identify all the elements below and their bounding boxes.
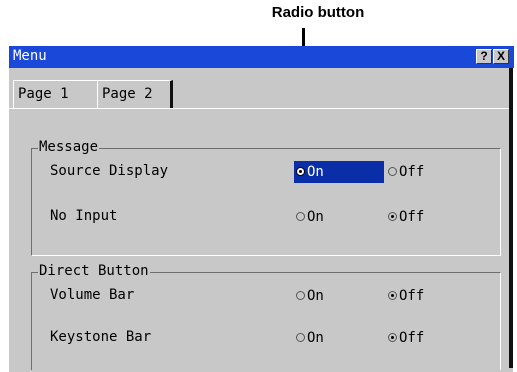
message-group: Message Source Display On Off No Input O… bbox=[31, 139, 501, 256]
option-label: On bbox=[307, 209, 324, 225]
no-input-label: No Input bbox=[50, 208, 118, 224]
option-label: On bbox=[307, 164, 324, 180]
tab-panel-edge bbox=[9, 108, 510, 109]
option-label: On bbox=[307, 330, 324, 346]
radio-button-callout: Radio button bbox=[271, 4, 365, 21]
window-shadow-edge bbox=[509, 68, 513, 368]
menu-window: Menu ? X Page 1 Page 2 Message Source Di… bbox=[8, 46, 514, 372]
window-title: Menu bbox=[13, 48, 47, 64]
volume-bar-off-radio[interactable]: Off bbox=[386, 285, 424, 307]
keystone-bar-label: Keystone Bar bbox=[50, 329, 152, 345]
source-display-on-radio[interactable]: On bbox=[294, 161, 384, 183]
option-label: Off bbox=[399, 288, 425, 304]
direct-button-group-label: Direct Button bbox=[38, 263, 150, 279]
volume-bar-label: Volume Bar bbox=[50, 287, 135, 303]
volume-bar-on-radio[interactable]: On bbox=[294, 285, 324, 307]
radio-checked-icon bbox=[388, 290, 397, 300]
radio-checked-icon bbox=[388, 332, 397, 342]
option-label: Off bbox=[399, 330, 425, 346]
no-input-on-radio[interactable]: On bbox=[294, 206, 324, 228]
radio-unchecked-icon bbox=[296, 332, 305, 342]
tab-page-2[interactable]: Page 2 bbox=[97, 80, 173, 108]
direct-button-group: Direct Button Volume Bar On Off Keystone… bbox=[31, 263, 501, 370]
tab-page-1[interactable]: Page 1 bbox=[13, 80, 97, 108]
radio-unchecked-icon bbox=[296, 211, 305, 221]
keystone-bar-off-radio[interactable]: Off bbox=[386, 327, 424, 349]
radio-checked-icon bbox=[388, 211, 397, 221]
help-button[interactable]: ? bbox=[476, 49, 492, 64]
source-display-off-radio[interactable]: Off bbox=[386, 161, 424, 183]
message-group-label: Message bbox=[38, 139, 100, 155]
radio-checked-icon bbox=[296, 166, 305, 176]
no-input-off-radio[interactable]: Off bbox=[386, 206, 424, 228]
radio-unchecked-icon bbox=[388, 166, 397, 176]
source-display-label: Source Display bbox=[50, 163, 169, 179]
close-button[interactable]: X bbox=[493, 49, 509, 64]
option-label: On bbox=[307, 288, 324, 304]
option-label: Off bbox=[399, 209, 425, 225]
keystone-bar-on-radio[interactable]: On bbox=[294, 327, 324, 349]
radio-unchecked-icon bbox=[296, 290, 305, 300]
option-label: Off bbox=[399, 164, 425, 180]
title-bar: Menu ? X bbox=[9, 46, 514, 68]
